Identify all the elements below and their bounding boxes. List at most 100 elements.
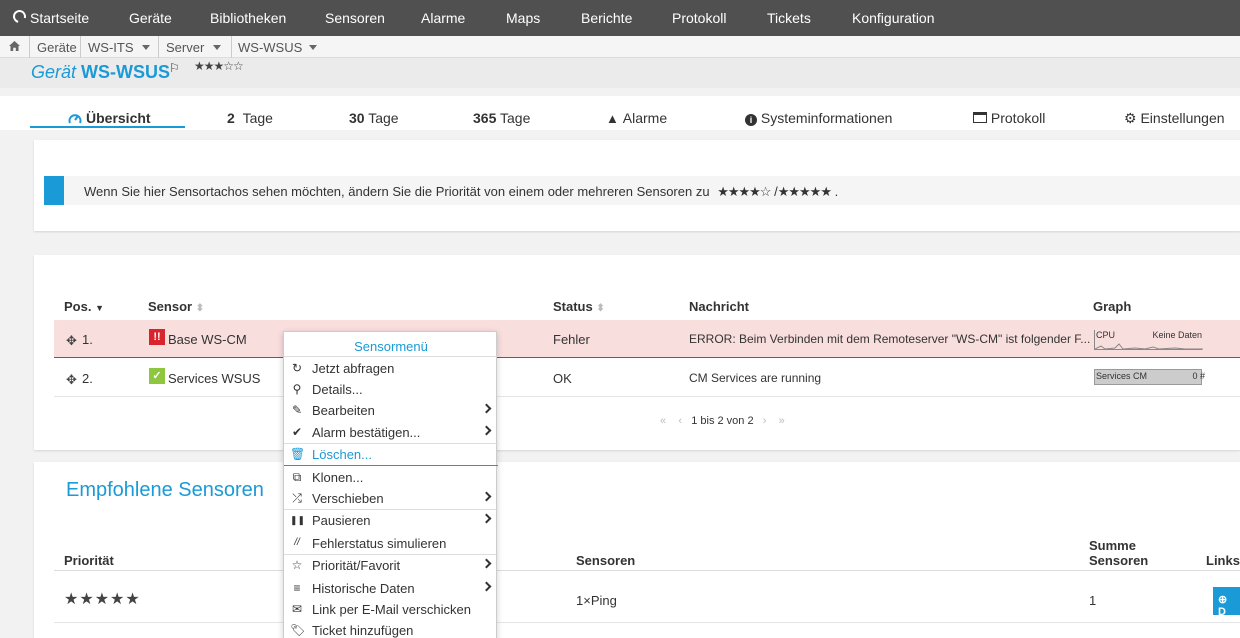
nav-startseite[interactable]: Startseite	[30, 10, 89, 26]
prev-page-button[interactable]: ‹	[678, 415, 682, 427]
chevron-down-icon[interactable]	[309, 45, 317, 50]
tab-alarme[interactable]: ▲ Alarme	[606, 110, 667, 126]
recommended-sum-value: 1	[1089, 593, 1097, 608]
chevron-down-icon[interactable]	[142, 45, 150, 50]
nav-berichte[interactable]: Berichte	[581, 10, 632, 26]
star-icon: ☆	[291, 558, 303, 572]
chevron-right-icon	[481, 403, 492, 414]
clone-icon: ⧉	[292, 470, 302, 484]
info-icon: i	[745, 114, 757, 126]
col-sensor[interactable]: Sensor ⬍	[148, 299, 204, 314]
nav-tickets[interactable]: Tickets	[767, 10, 811, 26]
breadcrumb-server[interactable]: Server	[166, 40, 204, 55]
tab-30-tage[interactable]: 30 Tage	[349, 110, 399, 126]
menu-item-bearbeiten[interactable]: ✎ Bearbeiten	[284, 399, 498, 421]
menu-item-jetzt-abfragen[interactable]: ↻ Jetzt abfragen	[284, 357, 498, 379]
menu-item-alarm-bestaetigen[interactable]: ✔ Alarm bestätigen...	[284, 421, 498, 443]
warning-icon: ▲	[606, 111, 619, 126]
menu-item-klonen[interactable]: ⧉ Klonen...	[284, 466, 498, 488]
tab-protokoll[interactable]: Protokoll	[973, 110, 1045, 126]
menu-item-pausieren[interactable]: ❚❚ Pausieren	[284, 509, 498, 531]
recommended-sensors-value: 1×Ping	[576, 593, 617, 608]
priority-stars: ★★★★★	[64, 591, 141, 608]
menu-item-loeschen[interactable]: 🗑 Löschen...	[284, 443, 498, 465]
pagination-text: 1 bis 2 von 2	[691, 415, 754, 427]
gauge-info-panel: Wenn Sie hier Sensortachos sehen möchten…	[34, 140, 1240, 231]
nav-alarme[interactable]: Alarme	[421, 10, 465, 26]
first-page-button[interactable]: «	[660, 415, 666, 427]
menu-title: Sensormenü	[354, 339, 428, 354]
tab-systeminformationen[interactable]: i Systeminformationen	[745, 110, 892, 126]
col-graph: Graph	[1093, 299, 1132, 314]
tab-uebersicht[interactable]: Übersicht	[68, 110, 151, 126]
menu-item-historische-daten[interactable]: ≡ Historische Daten	[284, 577, 498, 599]
col-status[interactable]: Status ⬍	[553, 299, 605, 314]
nav-bibliotheken[interactable]: Bibliotheken	[210, 10, 286, 26]
menu-item-fehlerstatus-simulieren[interactable]: //Fehlerstatus simulieren	[284, 532, 498, 554]
sensor-name-link[interactable]: Base WS-CM	[168, 332, 247, 347]
menu-item-prioritaet-favorit[interactable]: ☆ Priorität/Favorit	[284, 554, 498, 576]
breadcrumb-ws-wsus[interactable]: WS-WSUS	[238, 40, 302, 55]
pause-icon: ❚❚	[290, 515, 306, 525]
menu-item-link-per-email[interactable]: ✉ Link per E-Mail verschicken	[284, 598, 498, 620]
chevron-down-icon[interactable]	[213, 45, 221, 50]
col-pos[interactable]: Pos. ▼	[64, 299, 104, 314]
top-navigation: Startseite Geräte Bibliotheken Sensoren …	[0, 0, 1240, 36]
chevron-right-icon	[481, 513, 492, 524]
table-row[interactable]: ✥ 1. !! Base WS-CM Fehler ERROR: Beim Ve…	[54, 320, 1240, 358]
add-sensors-button[interactable]: ⊕ D	[1213, 587, 1240, 618]
page-title-prefix: Gerät	[31, 62, 77, 82]
flag-icon[interactable]: ⚐	[169, 61, 180, 75]
chevron-right-icon	[481, 425, 492, 436]
nav-konfiguration[interactable]: Konfiguration	[852, 10, 935, 26]
envelope-icon: ✉	[291, 602, 303, 616]
last-page-button[interactable]: »	[779, 415, 785, 427]
tab-einstellungen[interactable]: ⚙ Einstellungen	[1124, 110, 1225, 127]
tab-365-tage[interactable]: 365 Tage	[473, 110, 530, 126]
info-message: Wenn Sie hier Sensortachos sehen möchten…	[44, 176, 1240, 205]
drag-handle-icon[interactable]: ✥	[66, 333, 77, 349]
nav-protokoll[interactable]: Protokoll	[672, 10, 726, 26]
sensor-context-menu: Sensormenü ↻ Jetzt abfragen ⚲ Details... ✎…	[283, 331, 498, 638]
check-icon: ✔	[291, 425, 303, 439]
gear-icon: ⚙	[1124, 110, 1137, 126]
log-icon	[973, 112, 987, 123]
edit-icon: ✎	[291, 403, 303, 417]
menu-item-ticket-hinzufuegen[interactable]: 🏷 Ticket hinzufügen	[284, 619, 498, 638]
section-title: Empfohlene Sensoren	[66, 479, 264, 501]
col-sensoren: Sensoren	[576, 553, 636, 568]
menu-item-verschieben[interactable]: ⤮ Verschieben	[284, 487, 498, 509]
col-prioritaet: Priorität	[64, 553, 114, 568]
col-nachricht: Nachricht	[689, 299, 749, 314]
trash-icon: 🗑	[290, 447, 306, 461]
next-page-button[interactable]: ›	[763, 415, 767, 427]
chevron-right-icon	[481, 491, 492, 502]
drag-handle-icon[interactable]: ✥	[66, 372, 77, 388]
sensor-graph[interactable]: CPU Keine Daten	[1094, 330, 1203, 350]
table-row[interactable]: ✥ 2. ✓ Services WSUS OK CM Services are …	[54, 359, 1240, 397]
sensor-graph[interactable]: Services CM 0 #	[1094, 369, 1205, 385]
active-tab-indicator	[30, 126, 185, 128]
breadcrumb-ws-its[interactable]: WS-ITS	[88, 40, 134, 55]
priority-rating[interactable]: ★★★☆☆	[194, 59, 244, 73]
error-status-icon: !!	[149, 329, 165, 345]
info-text: Wenn Sie hier Sensortachos sehen möchten…	[84, 184, 710, 199]
tab-bar: Übersicht 2 Tage 30 Tage 365 Tage ▲ Alar…	[0, 96, 1240, 130]
nav-maps[interactable]: Maps	[506, 10, 540, 26]
chevron-right-icon	[481, 558, 492, 569]
row-pos: 2.	[82, 371, 93, 386]
nav-sensoren[interactable]: Sensoren	[325, 10, 385, 26]
tab-2-tage[interactable]: 2 Tage	[227, 110, 273, 126]
sensor-message: ERROR: Beim Verbinden mit dem Remoteserv…	[689, 332, 1091, 346]
stars-five-link[interactable]: ★★★★★	[778, 184, 832, 199]
home-icon[interactable]	[9, 41, 20, 51]
stars-four-link[interactable]: ★★★★☆	[717, 184, 771, 199]
page-header: Gerät WS-WSUS ⚐ ★★★☆☆	[0, 58, 1240, 88]
nav-geraete[interactable]: Geräte	[129, 10, 172, 26]
row-pos: 1.	[82, 332, 93, 347]
sensor-name-link[interactable]: Services WSUS	[168, 371, 260, 386]
ticket-icon: 🏷	[290, 623, 306, 637]
sort-desc-icon: ▼	[95, 303, 105, 313]
breadcrumb-geraete[interactable]: Geräte	[37, 40, 77, 55]
menu-item-details[interactable]: ⚲ Details...	[284, 378, 498, 400]
